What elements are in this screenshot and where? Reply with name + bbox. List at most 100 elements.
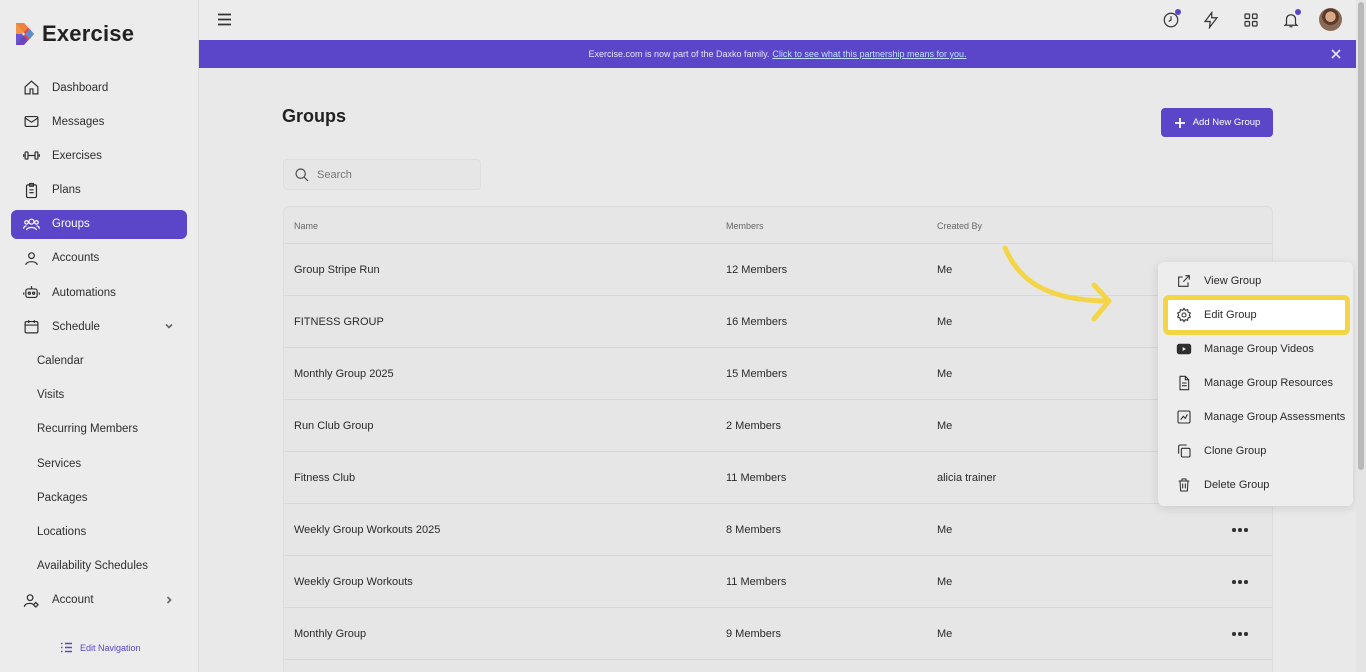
sidebar-item-messages[interactable]: Messages <box>11 107 187 136</box>
menu-item-view-group[interactable]: View Group <box>1168 266 1348 296</box>
sidebar-item-schedule[interactable]: Schedule <box>11 312 187 341</box>
app-logo[interactable]: Exercise <box>14 21 134 47</box>
table-header: Name Members Created By <box>284 207 1272 244</box>
table-row[interactable]: Run Club Group 2 Members Me <box>284 400 1272 452</box>
sidebar-item-label: Dashboard <box>52 81 109 94</box>
group-name[interactable]: Monthly Group 2025 <box>294 368 394 380</box>
clipboard-icon <box>23 182 40 199</box>
menu-item-label: Manage Group Videos <box>1204 343 1314 355</box>
sidebar-item-label: Recurring Members <box>37 423 138 436</box>
sidebar-item-label: Exercises <box>52 149 102 162</box>
menu-item-delete-group[interactable]: Delete Group <box>1168 470 1348 500</box>
robot-icon <box>23 284 40 301</box>
scrollbar-thumb[interactable] <box>1358 2 1364 470</box>
clock-icon[interactable] <box>1159 8 1182 31</box>
sidebar-item-dashboard[interactable]: Dashboard <box>11 73 187 102</box>
group-members: 11 Members <box>726 472 787 484</box>
table-row[interactable]: Weekly Group Workouts 2025 8 Members Me <box>284 504 1272 556</box>
more-actions-icon[interactable] <box>1230 628 1250 640</box>
close-icon[interactable] <box>1330 48 1342 60</box>
column-header-members[interactable]: Members <box>726 221 764 231</box>
group-name[interactable]: Run Club Group <box>294 420 374 432</box>
group-members: 8 Members <box>726 524 782 536</box>
sidebar-item-calendar[interactable]: Calendar <box>11 347 187 376</box>
column-header-name[interactable]: Name <box>294 221 318 231</box>
sidebar-item-services[interactable]: Services <box>11 449 187 478</box>
group-created-by: Me <box>937 316 953 328</box>
group-name[interactable]: Weekly Group Workouts <box>294 576 413 588</box>
sidebar-item-groups[interactable]: Groups <box>11 209 187 239</box>
group-created-by: Me <box>937 524 953 536</box>
sidebar-item-packages[interactable]: Packages <box>11 483 187 512</box>
table-row[interactable]: Monthly Group 2025 15 Members Me <box>284 348 1272 400</box>
avatar[interactable] <box>1319 8 1342 31</box>
banner-text: Exercise.com is now part of the Daxko fa… <box>588 49 770 59</box>
sidebar-item-label: Calendar <box>37 355 84 367</box>
copy-icon <box>1176 443 1192 459</box>
group-created-by: Me <box>937 628 953 640</box>
banner-link[interactable]: Click to see what this partnership means… <box>772 49 966 59</box>
table-row[interactable]: Weekly Group Workouts 11 Members Me <box>284 556 1272 608</box>
group-created-by: Me <box>937 368 953 380</box>
sidebar-item-accounts[interactable]: Accounts <box>11 244 187 273</box>
group-created-by: Me <box>937 576 953 588</box>
add-new-group-button[interactable]: Add New Group <box>1161 108 1273 137</box>
more-actions-icon[interactable] <box>1230 524 1250 536</box>
table-row[interactable]: Monthly Group 9 Members Me <box>284 608 1272 660</box>
sidebar-item-locations[interactable]: Locations <box>11 517 187 546</box>
menu-item-edit-group[interactable]: Edit Group <box>1163 295 1350 335</box>
table-row[interactable]: Fitness Club 11 Members alicia trainer <box>284 452 1272 504</box>
app-name: Exercise <box>42 21 135 46</box>
sidebar-item-availability-schedules[interactable]: Availability Schedules <box>11 552 187 581</box>
sidebar-item-automations[interactable]: Automations <box>11 278 187 307</box>
menu-item-label: Manage Group Assessments <box>1204 411 1346 423</box>
dumbbell-icon <box>23 147 40 164</box>
lightning-icon[interactable] <box>1199 8 1222 31</box>
add-new-group-label: Add New Group <box>1192 117 1261 128</box>
trash-icon <box>1176 477 1192 493</box>
chevron-right-icon[interactable] <box>163 594 175 606</box>
logo-icon <box>16 23 34 45</box>
sidebar-item-visits[interactable]: Visits <box>11 381 187 410</box>
calendar-icon <box>23 318 40 335</box>
sidebar-item-label: Plans <box>52 184 81 197</box>
sidebar-item-account[interactable]: Account <box>11 586 187 615</box>
group-name[interactable]: Weekly Group Workouts 2025 <box>294 524 440 536</box>
column-header-created-by[interactable]: Created By <box>937 221 982 231</box>
annotation-arrow-icon <box>1002 245 1112 322</box>
edit-navigation-link[interactable]: Edit Navigation <box>60 642 141 653</box>
table-row[interactable]: FITNESS GROUP 16 Members Me <box>284 296 1272 348</box>
page-title: Groups <box>282 106 347 126</box>
menu-toggle-icon[interactable] <box>217 12 232 27</box>
group-name[interactable]: Group Stripe Run <box>294 264 380 276</box>
sidebar-item-plans[interactable]: Plans <box>11 176 187 205</box>
video-icon <box>1176 341 1192 357</box>
bell-icon[interactable] <box>1279 8 1302 31</box>
sidebar-item-recurring-members[interactable]: Recurring Members <box>11 415 187 444</box>
group-name[interactable]: FITNESS GROUP <box>294 316 384 328</box>
sidebar-item-label: Messages <box>52 115 105 128</box>
gear-icon <box>1176 307 1192 323</box>
home-icon <box>23 79 40 96</box>
sidebar-item-label: Locations <box>37 525 87 538</box>
chevron-down-icon[interactable] <box>163 320 175 332</box>
group-members: 12 Members <box>726 264 788 276</box>
menu-item-manage-group-videos[interactable]: Manage Group Videos <box>1168 334 1348 364</box>
group-created-by: Me <box>937 264 953 276</box>
external-link-icon <box>1176 273 1192 289</box>
table-row[interactable]: Group Stripe Run 12 Members Me <box>284 244 1272 296</box>
assessment-icon <box>1176 409 1192 425</box>
group-name[interactable]: Monthly Group <box>294 628 366 640</box>
topbar-actions <box>1159 8 1342 31</box>
more-actions-icon[interactable] <box>1230 576 1250 588</box>
menu-item-manage-group-resources[interactable]: Manage Group Resources <box>1168 368 1348 398</box>
sidebar-item-exercises[interactable]: Exercises <box>11 141 187 170</box>
group-name[interactable]: Fitness Club <box>294 472 355 484</box>
menu-item-clone-group[interactable]: Clone Group <box>1168 436 1348 466</box>
apps-grid-icon[interactable] <box>1239 8 1262 31</box>
menu-item-manage-group-assessments[interactable]: Manage Group Assessments <box>1168 402 1348 432</box>
search-input[interactable] <box>317 168 467 181</box>
sidebar-nav: Dashboard Messages Exercises Plans Group… <box>11 73 187 620</box>
search-box <box>283 159 481 190</box>
menu-item-label: Delete Group <box>1204 479 1270 491</box>
